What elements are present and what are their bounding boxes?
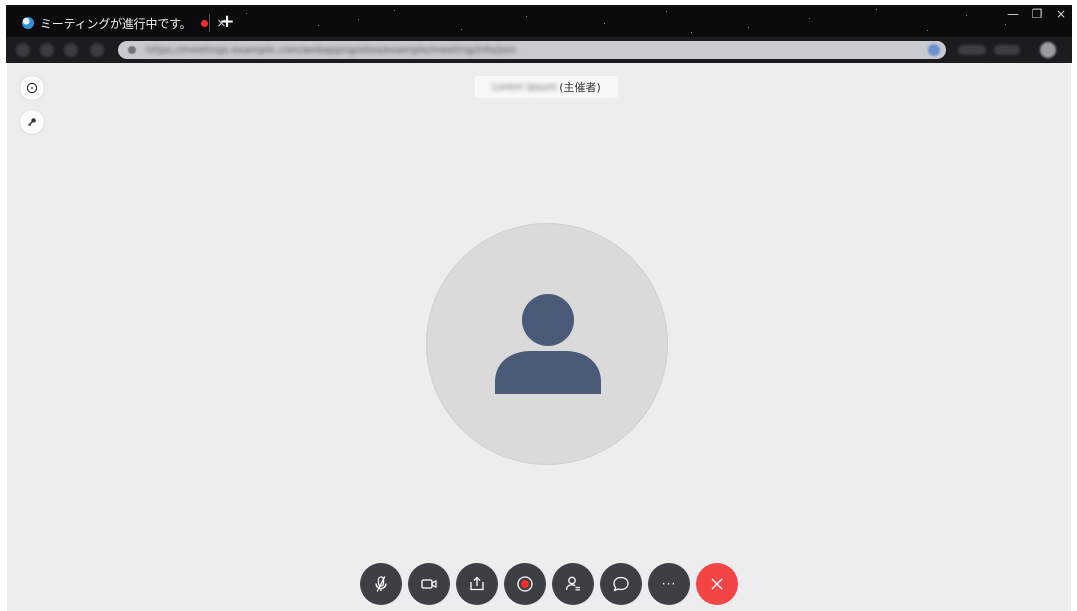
participant-avatar xyxy=(426,223,668,465)
info-button[interactable] xyxy=(20,76,44,100)
participants-icon xyxy=(565,576,580,591)
share-screen-icon xyxy=(470,576,484,591)
forward-icon[interactable] xyxy=(40,43,54,57)
info-icon xyxy=(26,82,38,94)
extension-icon[interactable] xyxy=(994,45,1020,55)
key-button[interactable] xyxy=(20,110,44,134)
tab-title: ミーティングが進行中です。 xyxy=(40,16,192,31)
mute-button[interactable] xyxy=(360,563,402,605)
host-name-label: Lorem Ipsum (主催者) xyxy=(475,76,618,98)
chat-bubble-icon xyxy=(613,576,629,592)
video-button[interactable] xyxy=(408,563,450,605)
profile-avatar-icon[interactable] xyxy=(1040,42,1056,58)
window-controls: — ❐ × xyxy=(1006,7,1068,21)
browser-tab[interactable]: ミーティングが進行中です。 × xyxy=(14,11,227,35)
address-bar[interactable]: https://meetings.example.com/webappng/si… xyxy=(118,41,946,59)
meeting-controls: ··· xyxy=(360,563,738,605)
close-window-button[interactable]: × xyxy=(1054,7,1068,21)
chat-button[interactable] xyxy=(600,563,642,605)
extension-icon[interactable] xyxy=(958,45,986,55)
record-icon xyxy=(517,576,533,592)
tab-divider xyxy=(209,14,210,32)
more-options-icon: ··· xyxy=(661,577,677,591)
share-button[interactable] xyxy=(456,563,498,605)
host-role: (主催者) xyxy=(559,81,601,94)
end-call-button[interactable] xyxy=(696,563,738,605)
browser-window: ミーティングが進行中です。 × + — ❐ × https://meetings… xyxy=(6,5,1072,63)
video-camera-icon xyxy=(421,579,437,589)
minimize-button[interactable]: — xyxy=(1006,7,1020,21)
key-icon xyxy=(28,118,36,127)
record-button[interactable] xyxy=(504,563,546,605)
browser-toolbar: https://meetings.example.com/webappng/si… xyxy=(6,37,1072,63)
meeting-stage: Lorem Ipsum (主催者) ··· xyxy=(7,63,1071,611)
microphone-muted-icon xyxy=(375,576,387,592)
back-icon[interactable] xyxy=(16,43,30,57)
bookmark-star-icon[interactable] xyxy=(928,44,940,56)
more-button[interactable]: ··· xyxy=(648,563,690,605)
new-tab-button[interactable]: + xyxy=(217,11,237,33)
home-icon[interactable] xyxy=(90,43,104,57)
lock-icon xyxy=(128,46,136,54)
host-name: Lorem Ipsum xyxy=(492,81,558,93)
close-icon xyxy=(711,578,723,590)
recording-indicator-icon xyxy=(201,19,209,27)
default-user-icon xyxy=(495,294,601,394)
webex-favicon-icon xyxy=(22,17,34,29)
reload-icon[interactable] xyxy=(64,43,78,57)
participants-button[interactable] xyxy=(552,563,594,605)
url-text: https://meetings.example.com/webappng/si… xyxy=(146,44,517,56)
restore-button[interactable]: ❐ xyxy=(1030,7,1044,21)
